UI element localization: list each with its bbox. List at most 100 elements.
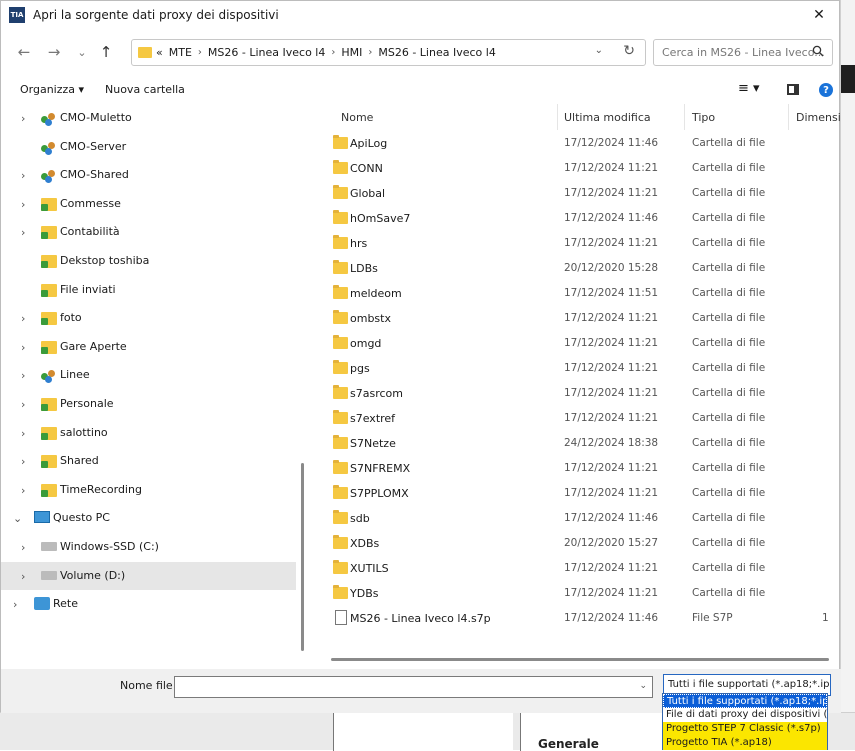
tree-item[interactable]: Dekstop toshiba: [1, 247, 296, 275]
chevron-right-icon[interactable]: ›: [21, 169, 25, 182]
tree-item[interactable]: › salottino: [1, 419, 296, 447]
table-row[interactable]: MS26 - Linea Iveco l4.s7p 17/12/2024 11:4…: [314, 606, 841, 631]
tree-item[interactable]: › Contabilità: [1, 218, 296, 246]
chevron-right-icon[interactable]: ›: [21, 570, 25, 583]
chevron-right-icon[interactable]: ›: [21, 112, 25, 125]
column-header-modified[interactable]: Ultima modifica: [564, 104, 651, 130]
filetype-option[interactable]: Progetto STEP 7 Classic (*.s7p): [663, 722, 827, 736]
table-row[interactable]: sdb 17/12/2024 11:46 Cartella di file: [314, 506, 841, 531]
chevron-down-icon[interactable]: ⌄: [13, 512, 22, 525]
background-label: Generale: [538, 737, 599, 751]
column-divider[interactable]: [684, 104, 685, 130]
breadcrumb-item[interactable]: HMI: [341, 46, 362, 59]
table-row[interactable]: Global 17/12/2024 11:21 Cartella di file: [314, 181, 841, 206]
tree-item[interactable]: › Volume (D:): [1, 561, 296, 590]
up-arrow-icon[interactable]: ↑: [95, 41, 117, 63]
table-row[interactable]: S7PPLOMX 17/12/2024 11:21 Cartella di file: [314, 481, 841, 506]
chevron-right-icon[interactable]: ›: [21, 455, 25, 468]
table-row[interactable]: YDBs 17/12/2024 11:21 Cartella di file: [314, 581, 841, 606]
open-file-dialog: TIA Apri la sorgente dati proxy dei disp…: [0, 0, 841, 713]
breadcrumb-item[interactable]: MS26 - Linea Iveco l4: [208, 46, 325, 59]
chevron-right-icon[interactable]: ›: [21, 198, 25, 211]
chevron-right-icon[interactable]: ›: [198, 47, 202, 58]
table-row[interactable]: XUTILS 17/12/2024 11:21 Cartella di file: [314, 556, 841, 581]
network-icon: [34, 597, 50, 611]
table-row[interactable]: ombstx 17/12/2024 11:21 Cartella di file: [314, 306, 841, 331]
filename-input[interactable]: ⌄: [174, 676, 653, 698]
filetype-option[interactable]: Progetto TIA (*.ap18): [663, 736, 827, 750]
file-type: Cartella di file: [692, 162, 766, 174]
breadcrumb-item[interactable]: MS26 - Linea Iveco l4: [378, 46, 495, 59]
tree-item[interactable]: › Personale: [1, 390, 296, 418]
table-row[interactable]: XDBs 20/12/2020 15:27 Cartella di file: [314, 531, 841, 556]
tree-item[interactable]: › Windows-SSD (C:): [1, 533, 296, 561]
folder-icon: [333, 560, 348, 574]
chevron-right-icon[interactable]: ›: [21, 312, 25, 325]
chevron-right-icon[interactable]: ›: [21, 427, 25, 440]
folder-icon: [333, 460, 348, 474]
address-bar[interactable]: « MTE › MS26 - Linea Iveco l4 › HMI › MS…: [131, 39, 646, 66]
chevron-right-icon[interactable]: ›: [21, 226, 25, 239]
table-row[interactable]: s7asrcom 17/12/2024 11:21 Cartella di file: [314, 381, 841, 406]
recent-dropdown-icon[interactable]: ⌄: [71, 41, 93, 63]
refresh-icon[interactable]: ↻: [623, 43, 635, 59]
table-row[interactable]: pgs 17/12/2024 11:21 Cartella di file: [314, 356, 841, 381]
tree-scrollbar[interactable]: [301, 463, 304, 651]
table-row[interactable]: CONN 17/12/2024 11:21 Cartella di file: [314, 156, 841, 181]
chevron-down-icon[interactable]: ⌄: [595, 45, 603, 56]
file-type: Cartella di file: [692, 587, 766, 599]
tree-item[interactable]: CMO-Server: [1, 133, 296, 161]
table-row[interactable]: hOmSave7 17/12/2024 11:46 Cartella di file: [314, 206, 841, 231]
tree-item[interactable]: ⌄ Questo PC: [1, 504, 296, 532]
filetype-option[interactable]: File di dati proxy dei dispositivi (*.ip…: [663, 708, 827, 722]
chevron-right-icon[interactable]: ›: [21, 398, 25, 411]
chevron-right-icon[interactable]: ›: [21, 369, 25, 382]
column-header-name[interactable]: ^ Nome: [341, 104, 476, 130]
breadcrumb-item[interactable]: MTE: [169, 46, 192, 59]
table-row[interactable]: meldeom 17/12/2024 11:51 Cartella di file: [314, 281, 841, 306]
tree-item-label: CMO-Shared: [60, 168, 129, 182]
column-divider[interactable]: [788, 104, 789, 130]
table-row[interactable]: omgd 17/12/2024 11:21 Cartella di file: [314, 331, 841, 356]
chevron-right-icon[interactable]: ›: [21, 484, 25, 497]
view-options-icon[interactable]: ≡ ▾: [738, 81, 760, 96]
organize-button[interactable]: Organizza ▾: [20, 83, 84, 96]
tree-item[interactable]: File inviati: [1, 276, 296, 304]
filetype-option[interactable]: Tutti i file supportati (*.ap18;*.ipe;*.…: [663, 694, 827, 708]
tree-item[interactable]: › TimeRecording: [1, 476, 296, 504]
tree-item[interactable]: › foto: [1, 304, 296, 332]
back-arrow-icon[interactable]: ←: [13, 41, 35, 63]
tree-item[interactable]: › Rete: [1, 590, 296, 618]
table-row[interactable]: S7NFREMX 17/12/2024 11:21 Cartella di file: [314, 456, 841, 481]
chevron-right-icon[interactable]: ›: [368, 47, 372, 58]
tree-item[interactable]: › Shared: [1, 447, 296, 475]
chevron-right-icon[interactable]: ›: [331, 47, 335, 58]
tree-item[interactable]: › Linee: [1, 361, 296, 389]
chevron-right-icon[interactable]: ›: [21, 341, 25, 354]
chevron-right-icon[interactable]: ›: [21, 541, 25, 554]
tree-item[interactable]: › Commesse: [1, 190, 296, 218]
column-header-type[interactable]: Tipo: [692, 104, 715, 130]
table-row[interactable]: S7Netze 24/12/2024 18:38 Cartella di file: [314, 431, 841, 456]
table-row[interactable]: hrs 17/12/2024 11:21 Cartella di file: [314, 231, 841, 256]
table-row[interactable]: ApiLog 17/12/2024 11:46 Cartella di file: [314, 131, 841, 156]
table-row[interactable]: s7extref 17/12/2024 11:21 Cartella di file: [314, 406, 841, 431]
search-input[interactable]: Cerca in MS26 - Linea Iveco...: [653, 39, 833, 66]
column-header-size[interactable]: Dimension: [796, 104, 841, 130]
chevron-down-icon[interactable]: ⌄: [639, 681, 647, 691]
new-folder-button[interactable]: Nuova cartella: [105, 83, 185, 96]
chevron-right-icon[interactable]: ›: [13, 598, 17, 611]
user-group-icon: [41, 369, 57, 384]
tree-item[interactable]: › CMO-Muletto: [1, 104, 296, 132]
help-icon[interactable]: ?: [819, 83, 833, 97]
column-divider[interactable]: [557, 104, 558, 130]
tree-item[interactable]: › Gare Aperte: [1, 333, 296, 361]
tree-item-label: Questo PC: [53, 511, 110, 525]
horizontal-scrollbar[interactable]: [331, 658, 829, 661]
forward-arrow-icon[interactable]: →: [43, 41, 65, 63]
breadcrumb-overflow[interactable]: «: [156, 46, 163, 59]
close-button[interactable]: ✕: [799, 1, 839, 29]
preview-pane-icon[interactable]: [787, 84, 799, 95]
table-row[interactable]: LDBs 20/12/2020 15:28 Cartella di file: [314, 256, 841, 281]
tree-item[interactable]: › CMO-Shared: [1, 161, 296, 189]
